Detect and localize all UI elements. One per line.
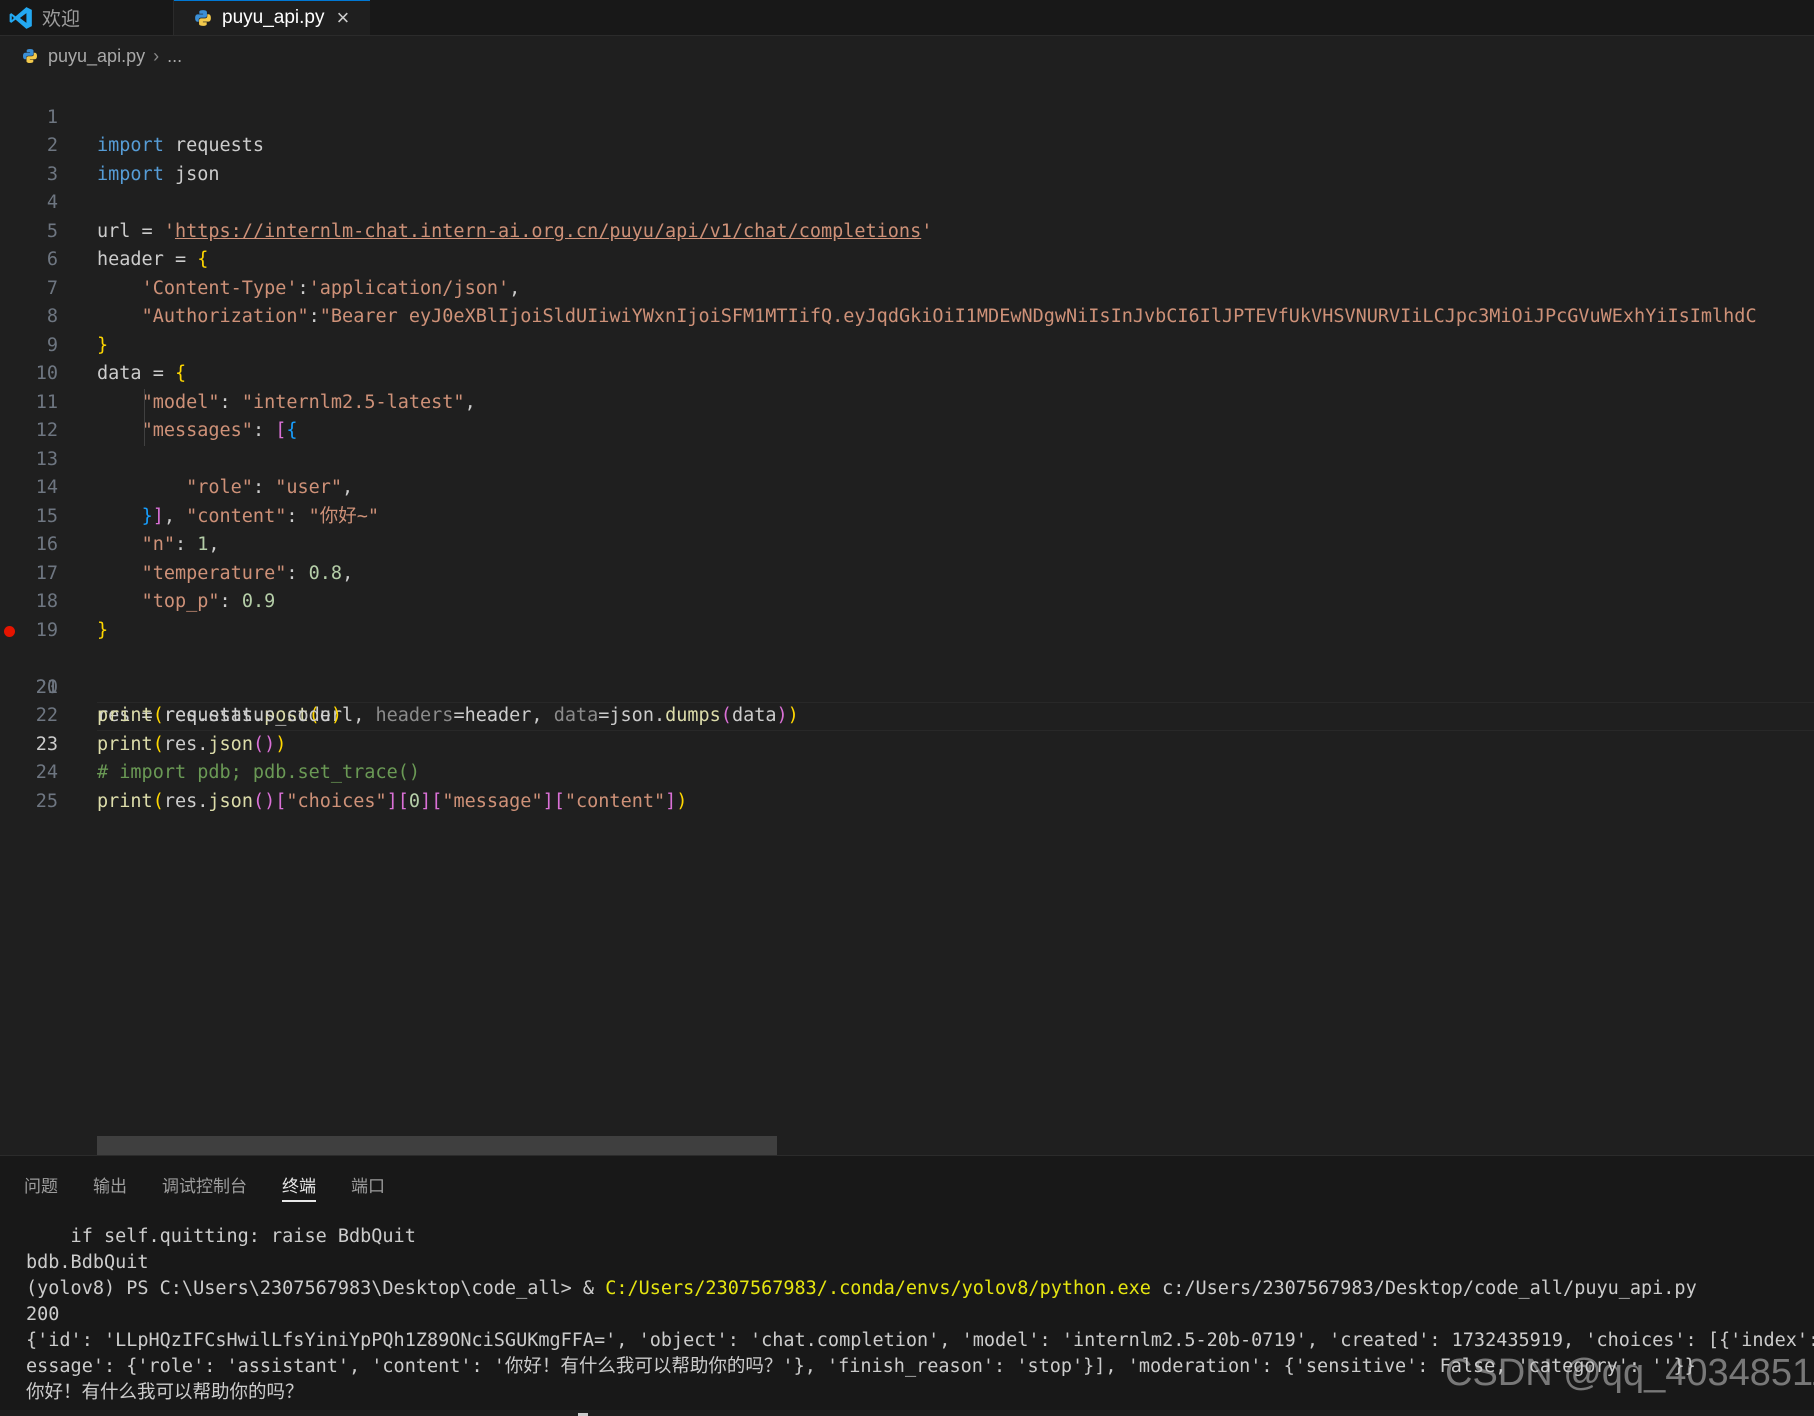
code-line: 10 "model": "internlm2.5-latest", [0,332,1814,413]
code-line: 19 [0,588,1814,641]
code-line: 4 url = 'https://internlm-chat.intern-ai… [0,161,1814,242]
code-line: 20 res = requests.post(url, headers=head… [0,617,1814,726]
code-line: 11 "messages": [{ [0,360,1814,442]
code-line: 2 import json [0,104,1814,185]
code-line: 25 [0,759,1814,812]
tab-puyu-api-label: puyu_api.py [222,7,325,28]
chevron-right-icon: › [153,45,160,66]
panel-tabs: 问题 输出 调试控制台 终端 端口 [24,1172,420,1202]
code-line: 14 }], [0,446,1814,527]
vscode-icon [9,6,32,29]
breadcrumb-ellipsis[interactable]: ... [167,46,182,67]
code-editor[interactable]: 1 import requests 2 import json 3 4 url … [0,75,1814,1155]
terminal-line: bdb.BdbQuit [26,1252,149,1273]
code-line: 21 print(res.status_code) [0,645,1814,727]
code-line: 1 import requests [0,75,1814,157]
tab-welcome-label: 欢迎 [42,9,81,30]
breakpoint-icon[interactable] [4,625,15,637]
code-line: 15 "n": 1, [0,474,1814,556]
watermark: CSDN @qq_40348511 [1445,1352,1814,1394]
code-line: 8 } [0,275,1814,356]
python-file-icon [23,49,37,63]
code-line: 24 print(res.json()["choices"][0]["messa… [0,731,1814,812]
terminal-line: if self.quitting: raise BdbQuit [26,1226,416,1247]
terminal-line: {'id': 'LLpHQzIFCsHwilLfsYiniYpPQh1Z89ON… [26,1330,1814,1351]
tab-welcome[interactable]: 欢迎 [0,0,174,35]
python-file-icon [195,10,211,26]
tab-output[interactable]: 输出 [93,1172,127,1202]
code-line-current: 23 # import pdb; pdb.set_trace() [0,702,1814,783]
close-icon[interactable]: × [336,7,349,29]
terminal-command-line: (yolov8) PS C:\Users\2307567983\Desktop\… [26,1278,1697,1299]
terminal-line: 200 [26,1304,60,1325]
tab-terminal[interactable]: 终端 [282,1172,316,1202]
code-line: 12 "role": "user", [0,388,1814,498]
code-line: 9 data = { [0,303,1814,385]
tab-problems[interactable]: 问题 [24,1172,58,1202]
code-line: 13 "content": "你好~" [0,417,1814,527]
code-line: 22 print(res.json()) [0,674,1814,755]
code-line: 7 "Authorization":"Bearer eyJ0eXBlIjoiSl… [0,246,1814,328]
breadcrumb-file[interactable]: puyu_api.py [48,46,145,67]
line-number: 25 [35,790,58,812]
code-line: 5 header = { [0,189,1814,271]
editor-tab-bar: 欢迎 puyu_api.py × [0,0,1814,36]
tab-puyu-api[interactable]: puyu_api.py × [174,0,370,35]
code-line: 3 [0,132,1814,185]
code-line: 6 'Content-Type':'application/json', [0,218,1814,299]
tab-ports[interactable]: 端口 [351,1172,385,1202]
tab-debug-console[interactable]: 调试控制台 [162,1172,247,1202]
code-line: 18 } [0,560,1814,641]
horizontal-scrollbar[interactable] [97,1136,777,1155]
terminal-cursor [26,1406,1814,1416]
code-line: 17 "top_p": 0.9 [0,531,1814,613]
breadcrumb: puyu_api.py › ... [22,42,182,70]
code-line: 16 "temperature": 0.8, [0,503,1814,584]
